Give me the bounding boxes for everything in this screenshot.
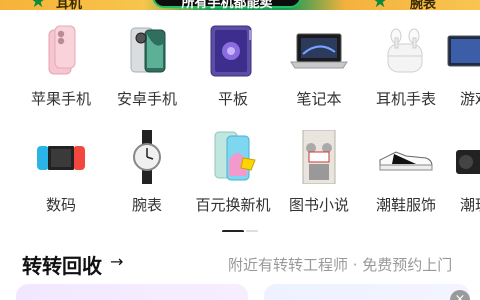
recycle-card[interactable] [16,284,248,300]
category-label: 笔记本 [296,90,342,108]
budget-phone-icon [203,130,263,184]
sneaker-icon [376,130,436,184]
category-label: 百元换新机 [195,196,271,214]
earbuds-icon [376,24,436,78]
category-label: 图书小说 [288,196,349,214]
banner-left-label: 耳机 [56,0,83,10]
recycle-title[interactable]: 转转回收 [22,250,102,279]
arrow-right-icon[interactable]: → [110,252,123,271]
category-label: 游戏 [460,90,480,108]
category-label: 苹果手机 [30,90,91,108]
category-digital[interactable]: 数码 [11,116,111,220]
banner-pill: 所有手机都能卖 [152,0,302,10]
category-tablet[interactable]: 平板 [183,10,283,114]
watch-icon [117,130,177,184]
banner-right-label: 腕表 [410,0,437,10]
recycle-subtitle: 附近有转转工程师 · 免费预约上门 [228,256,453,274]
tablet-icon [203,24,263,78]
category-games[interactable]: 游戏 [428,10,480,114]
category-watch[interactable]: 腕表 [97,116,197,220]
camera-icon [442,130,480,184]
banner-pill-text: 所有手机都能卖 [181,0,273,10]
category-label: 安卓手机 [116,90,177,108]
recycle-section: 转转回收 → 附近有转转工程师 · 免费预约上门 [0,232,480,300]
category-laptop[interactable]: 笔记本 [269,10,369,114]
android-phone-icon [117,24,177,78]
game-console-icon [31,130,91,184]
category-label: 腕表 [131,196,162,214]
star-icon: ★ [30,0,50,10]
recycle-card[interactable] [264,284,470,300]
category-books[interactable]: 图书小说 [269,116,369,220]
category-iphone[interactable]: 苹果手机 [11,10,111,114]
category-toys[interactable]: 潮玩 [428,116,480,220]
star-icon: ★ [372,0,392,10]
monitor-icon [442,24,480,78]
category-budget-phone[interactable]: 百元换新机 [183,116,283,220]
laptop-icon [289,24,349,78]
book-icon [289,129,349,185]
category-grid: 苹果手机 安卓手机 平板 笔记本 耳机手表 游 数码 腕表 百元换新机 图书小说… [0,10,480,233]
iphone-icon [31,24,91,78]
category-label: 数码 [45,196,76,214]
category-label: 平板 [217,90,248,108]
category-android[interactable]: 安卓手机 [97,10,197,114]
category-label: 潮玩 [460,196,480,214]
promo-banner[interactable]: ★ 耳机 所有手机都能卖 ★ 腕表 [0,0,480,10]
